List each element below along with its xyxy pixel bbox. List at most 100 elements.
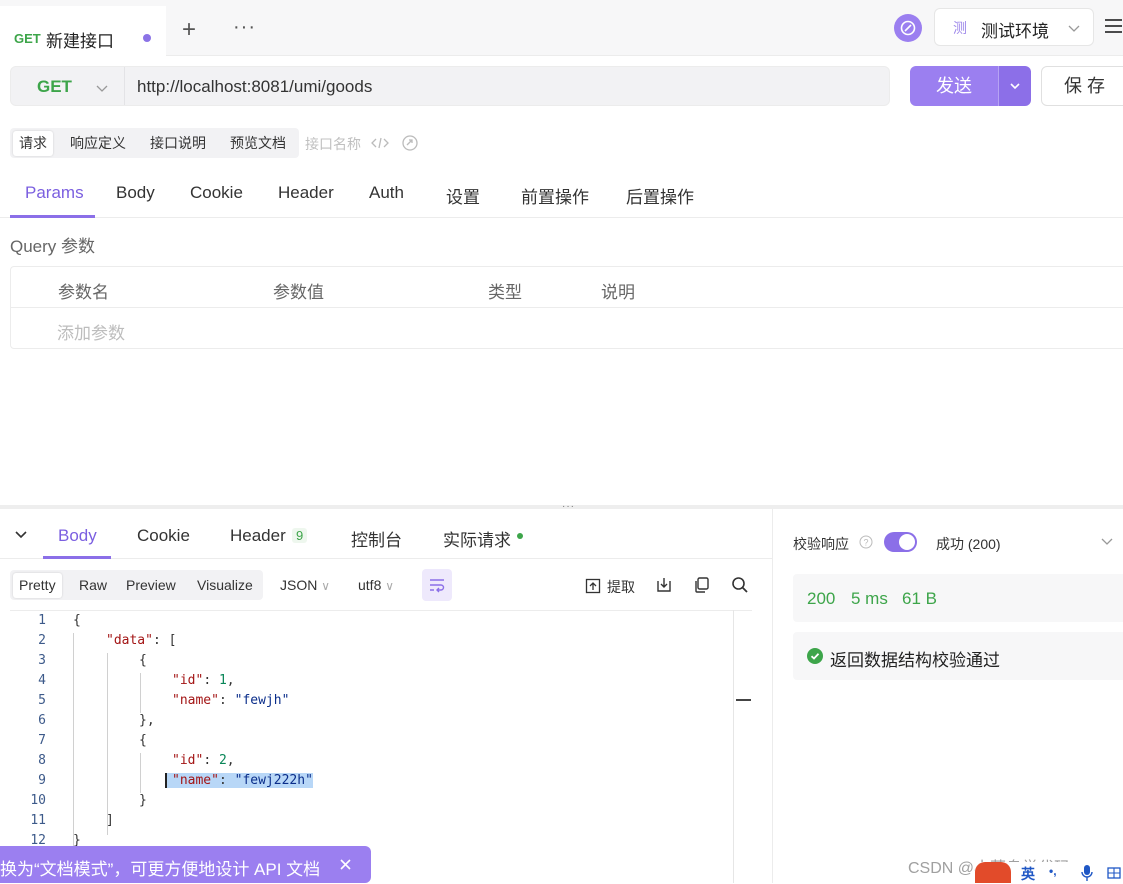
code-line: "id": 1, — [172, 673, 235, 688]
download-icon[interactable] — [655, 576, 673, 594]
close-icon[interactable] — [339, 858, 352, 871]
header-count-badge: 9 — [292, 528, 308, 543]
tab-auth[interactable]: Auth — [369, 183, 404, 203]
line-number: 4 — [38, 673, 46, 688]
save-button[interactable]: 保 存 — [1041, 66, 1123, 106]
code-line: "data": [ — [106, 633, 177, 648]
chevron-down-icon: ∨ — [385, 579, 395, 593]
ime-language[interactable]: 英 — [1021, 864, 1035, 884]
send-button[interactable]: 发送 — [910, 66, 998, 106]
verify-result-select[interactable]: 成功 (200) — [936, 534, 1001, 554]
resp-tab-console[interactable]: 控制台 — [351, 526, 402, 551]
view-tab-pretty[interactable]: Pretty — [13, 573, 62, 598]
view-tab-visualize[interactable]: Visualize — [191, 573, 259, 598]
sync-icon[interactable] — [894, 14, 922, 42]
chevron-down-icon — [1068, 25, 1080, 32]
resp-tab-body[interactable]: Body — [58, 526, 97, 546]
request-tabs: Params Body Cookie Header Auth 设置 前置操作 后… — [0, 170, 1123, 218]
code-line: }, — [139, 713, 155, 728]
env-label: 测试环境 — [981, 22, 1049, 41]
copy-icon[interactable] — [693, 576, 711, 594]
indent-guide — [140, 673, 141, 713]
api-name-input[interactable]: 接口名称 — [305, 134, 361, 154]
wrap-lines-button[interactable] — [422, 569, 452, 601]
url-input[interactable] — [137, 77, 837, 97]
extract-icon — [585, 578, 601, 594]
ime-toolbar[interactable]: 英 •, — [975, 862, 1123, 883]
tab-new-api[interactable]: GET 新建接口 — [0, 6, 166, 56]
keyboard-icon[interactable] — [1107, 866, 1121, 880]
tab-post-ops[interactable]: 后置操作 — [626, 183, 694, 208]
extract-button[interactable]: 提取 — [607, 577, 635, 597]
url-bar: GET — [10, 66, 890, 106]
column-header: 参数名 — [58, 283, 109, 302]
tab-title: 新建接口 — [46, 32, 114, 51]
environment-select[interactable]: 测 测试环境 — [934, 8, 1094, 46]
resp-tab-header[interactable]: Header — [230, 526, 286, 546]
tab-body[interactable]: Body — [116, 183, 155, 203]
column-header: 类型 — [488, 283, 522, 302]
view-tabs: Pretty Raw Preview Visualize — [10, 570, 263, 600]
wrap-icon — [430, 579, 445, 593]
resp-tab-actual-request[interactable]: 实际请求 — [443, 526, 511, 551]
punctuation-icon[interactable]: •, — [1049, 864, 1057, 878]
code-line: } — [139, 793, 147, 808]
chevron-down-icon — [1010, 83, 1020, 90]
verify-toggle[interactable] — [884, 532, 917, 552]
line-number: 7 — [38, 733, 46, 748]
format-select[interactable]: JSON ∨ — [280, 577, 330, 593]
vertical-divider[interactable] — [772, 509, 773, 883]
mode-tab-api-doc[interactable]: 接口说明 — [144, 131, 212, 156]
encoding-select[interactable]: utf8 ∨ — [358, 577, 394, 593]
mode-tab-response-def[interactable]: 响应定义 — [64, 131, 132, 156]
tab-pre-ops[interactable]: 前置操作 — [521, 183, 589, 208]
response-time: 5 ms — [851, 589, 888, 608]
line-number: 2 — [38, 633, 46, 648]
code-line: { — [139, 653, 147, 668]
encoding-label: utf8 — [358, 577, 382, 593]
toast-notification[interactable]: 换为“文档模式”，可更方便地设计 API 文档 — [0, 846, 371, 883]
chevron-down-icon[interactable] — [1100, 537, 1114, 547]
mode-tab-preview-doc[interactable]: 预览文档 — [224, 131, 292, 156]
more-icon[interactable]: ··· — [233, 16, 256, 39]
env-badge: 测 — [953, 20, 967, 36]
share-icon[interactable] — [401, 134, 419, 152]
line-number: 3 — [38, 653, 46, 668]
chevron-down-icon: ∨ — [321, 579, 331, 593]
status-code: 200 — [807, 589, 836, 608]
code-scrollbar[interactable] — [733, 610, 752, 883]
method-label: GET — [37, 77, 72, 96]
code-line: ] — [106, 813, 114, 828]
add-param-input[interactable]: 添加参数 — [57, 319, 125, 344]
microphone-icon[interactable] — [1081, 864, 1093, 882]
line-number: 8 — [38, 753, 46, 768]
indent-guide — [73, 633, 74, 855]
tab-header[interactable]: Header — [278, 183, 334, 203]
mode-tab-request[interactable]: 请求 — [13, 131, 53, 156]
code-line-selected: "name": "fewj222h" — [165, 773, 313, 788]
view-tab-preview[interactable]: Preview — [120, 573, 182, 598]
params-table: 参数名 参数值 类型 说明 添加参数 — [10, 266, 1123, 349]
tab-settings[interactable]: 设置 — [446, 183, 480, 208]
response-body-code[interactable]: 1 { 2 "data": [ 3 { 4 "id": 1, 5 "name":… — [10, 610, 752, 883]
add-tab-icon[interactable]: + — [182, 18, 196, 42]
unsaved-dot-icon — [143, 34, 151, 42]
response-size: 61 B — [902, 589, 937, 608]
tab-cookie[interactable]: Cookie — [190, 183, 243, 203]
help-icon[interactable]: ? — [859, 535, 873, 549]
line-number: 11 — [30, 813, 46, 828]
search-icon[interactable] — [731, 576, 749, 594]
code-line: { — [139, 733, 147, 748]
status-dot-icon — [517, 533, 523, 539]
code-icon[interactable] — [371, 136, 389, 150]
column-header: 说明 — [601, 283, 635, 302]
method-select[interactable]: GET — [11, 67, 125, 105]
svg-text:?: ? — [863, 538, 868, 548]
view-tab-raw[interactable]: Raw — [73, 573, 113, 598]
chevron-down-icon[interactable] — [14, 529, 28, 541]
resp-tab-cookie[interactable]: Cookie — [137, 526, 190, 546]
send-dropdown-button[interactable] — [998, 66, 1031, 106]
tab-params[interactable]: Params — [25, 183, 84, 203]
menu-icon[interactable] — [1104, 18, 1123, 34]
active-tab-underline — [43, 556, 111, 559]
